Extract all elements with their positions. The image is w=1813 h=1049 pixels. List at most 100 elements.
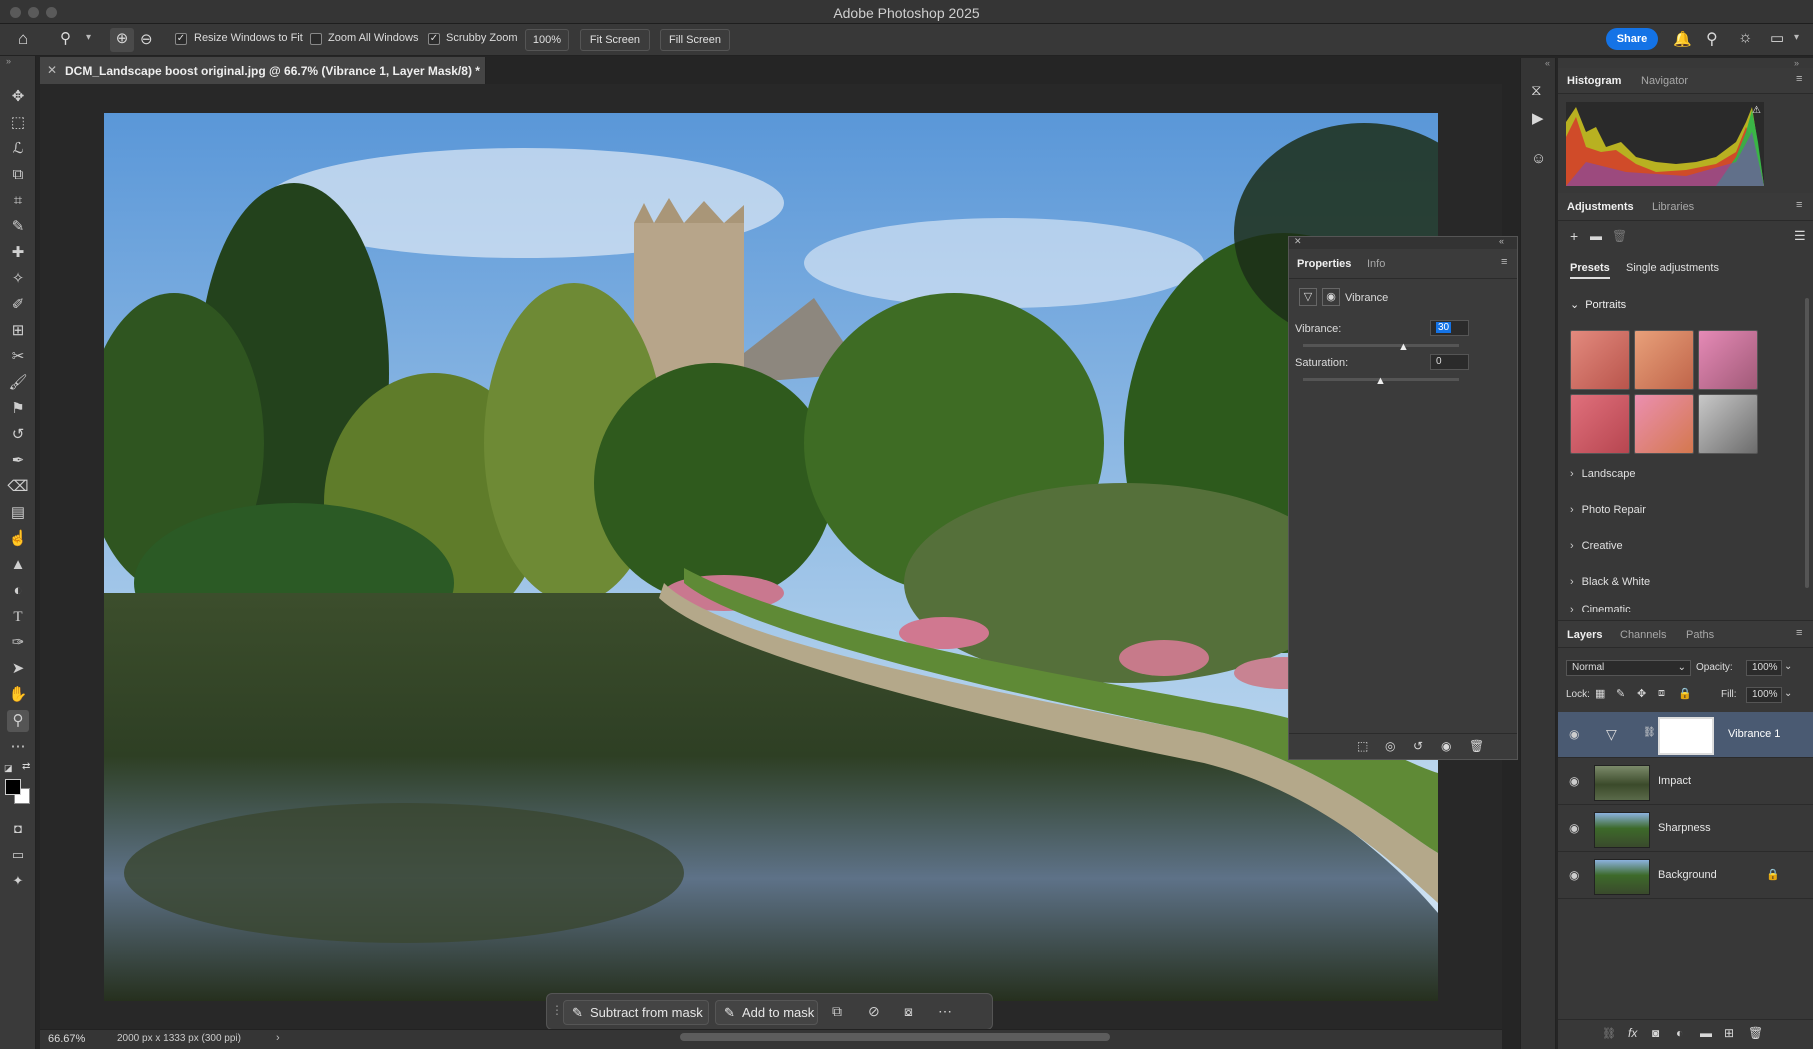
layer-mask-thumbnail[interactable] — [1658, 717, 1714, 755]
warning-icon[interactable]: ⚠ — [1752, 105, 1761, 116]
collapse-icon[interactable]: « — [1499, 236, 1504, 246]
zoom-tool-icon[interactable]: ⚲ — [7, 710, 29, 732]
collapse-icon[interactable]: » — [6, 56, 11, 66]
search-icon[interactable]: ⚲ — [1706, 29, 1718, 49]
panel-menu-icon[interactable]: ≡ — [1796, 199, 1802, 211]
sharpen-tool-icon[interactable]: ▲ — [7, 554, 29, 576]
eye-icon[interactable]: ◉ — [1569, 821, 1579, 835]
portrait-preset-4[interactable] — [1570, 394, 1630, 454]
adjustment-layer-icon[interactable]: ◐ — [1676, 1026, 1683, 1040]
document-tab[interactable]: ✕ DCM_Landscape boost original.jpg @ 66.… — [40, 57, 486, 84]
red-eye-tool-icon[interactable]: ✂ — [7, 346, 29, 368]
tab-single-adjustments[interactable]: Single adjustments — [1626, 262, 1719, 274]
workspace-icon[interactable]: ▭ — [1770, 29, 1784, 47]
portraits-section-header[interactable]: ⌄ Portraits — [1570, 298, 1626, 311]
patch-tool-icon[interactable]: ⊞ — [7, 320, 29, 342]
tab-channels[interactable]: Channels — [1620, 629, 1666, 641]
zoom-level[interactable]: 66.67% — [48, 1033, 85, 1045]
actions-panel-icon[interactable]: ▶ — [1532, 109, 1544, 127]
lock-position-icon[interactable]: ✥ — [1637, 687, 1646, 700]
fill-input[interactable]: 100% — [1746, 687, 1782, 703]
lock-pixels-icon[interactable]: ✎ — [1616, 687, 1625, 700]
layer-row-vibrance[interactable]: ◉ ▽ ⛓ Vibrance 1 — [1558, 712, 1813, 758]
home-icon[interactable]: ⌂ — [18, 29, 28, 49]
layer-name[interactable]: Background — [1658, 869, 1717, 881]
portrait-preset-6[interactable] — [1698, 394, 1758, 454]
crop-tool-icon[interactable]: ⌗ — [7, 190, 29, 212]
quick-mask-icon[interactable]: ◘ — [7, 818, 29, 840]
gradient-tool-icon[interactable]: ▤ — [7, 502, 29, 524]
cinematic-section[interactable]: Cinematic — [1570, 604, 1631, 612]
portrait-preset-5[interactable] — [1634, 394, 1694, 454]
eraser-tool-icon[interactable]: ⌫ — [7, 476, 29, 498]
lock-all-icon[interactable]: 🔒 — [1678, 687, 1692, 700]
landscape-section[interactable]: Landscape — [1570, 468, 1636, 480]
healing-brush-tool-icon[interactable]: ✐ — [7, 294, 29, 316]
visibility-icon[interactable]: ◉ — [1441, 739, 1451, 753]
eye-icon[interactable]: ◉ — [1569, 868, 1579, 882]
move-tool-icon[interactable]: ✥ — [7, 86, 29, 108]
layer-row-impact[interactable]: ◉ Impact — [1558, 759, 1813, 805]
chevron-down-icon[interactable]: ⌄ — [1784, 688, 1792, 699]
subtract-from-mask-button[interactable]: ✎ Subtract from mask — [563, 1000, 709, 1025]
clone-stamp-tool-icon[interactable]: ⚑ — [7, 398, 29, 420]
fx-icon[interactable]: fx — [1628, 1026, 1637, 1040]
tab-paths[interactable]: Paths — [1686, 629, 1714, 641]
folder-icon[interactable]: ▬ — [1590, 229, 1602, 243]
creative-section[interactable]: Creative — [1570, 540, 1623, 552]
add-mask-icon[interactable]: ◙ — [1652, 1026, 1659, 1040]
horizontal-scrollbar[interactable] — [680, 1033, 1110, 1041]
layer-name[interactable]: Vibrance 1 — [1728, 728, 1780, 740]
chevron-right-icon[interactable]: › — [276, 1032, 280, 1044]
tab-layers[interactable]: Layers — [1567, 629, 1602, 641]
scrubby-zoom-checkbox[interactable]: ✓ — [428, 33, 440, 45]
default-colors-icon[interactable]: ◪ — [4, 763, 13, 774]
expand-icon[interactable]: « — [1545, 58, 1550, 68]
invert-mask-icon[interactable]: ⊘ — [868, 1003, 880, 1020]
marquee-tool-icon[interactable]: ⬚ — [7, 112, 29, 134]
history-panel-icon[interactable]: ⧖ — [1531, 82, 1542, 99]
pen-tool-icon[interactable]: ✑ — [7, 632, 29, 654]
collapse-icon[interactable]: » — [1794, 58, 1799, 68]
tab-libraries[interactable]: Libraries — [1652, 201, 1694, 213]
saturation-slider-handle[interactable]: ▲ — [1375, 375, 1386, 387]
lock-transparency-icon[interactable]: ▦ — [1595, 687, 1605, 700]
vibrance-slider-track[interactable] — [1303, 344, 1459, 347]
layer-mask-icon[interactable]: ◉ — [1322, 288, 1340, 306]
screen-mode-icon[interactable]: ▭ — [7, 844, 29, 866]
layer-row-background[interactable]: ◉ Background 🔒 — [1558, 853, 1813, 899]
chevron-down-icon[interactable]: ▾ — [1794, 32, 1799, 43]
object-select-tool-icon[interactable]: ⧉ — [7, 164, 29, 186]
comments-panel-icon[interactable]: ☺ — [1531, 150, 1546, 167]
dodge-tool-icon[interactable]: ◐ — [7, 580, 29, 602]
portrait-preset-1[interactable] — [1570, 330, 1630, 390]
tab-properties[interactable]: Properties — [1297, 258, 1351, 270]
more-options-icon[interactable]: ⋯ — [938, 1003, 952, 1020]
tab-presets[interactable]: Presets — [1570, 262, 1610, 279]
document-image[interactable] — [104, 113, 1438, 1001]
chevron-down-icon[interactable]: ⌄ — [1784, 661, 1792, 672]
add-to-mask-button[interactable]: ✎ Add to mask — [715, 1000, 818, 1025]
close-icon[interactable]: ✕ — [1294, 236, 1302, 247]
spot-healing-tool-icon[interactable]: ✚ — [7, 242, 29, 264]
fit-screen-button[interactable]: Fit Screen — [580, 29, 650, 51]
smudge-tool-icon[interactable]: ☝ — [7, 528, 29, 550]
view-previous-icon[interactable]: ◎ — [1385, 739, 1395, 753]
layer-row-sharpness[interactable]: ◉ Sharpness — [1558, 806, 1813, 852]
vibrance-slider-handle[interactable]: ▲ — [1398, 341, 1409, 353]
panel-menu-icon[interactable]: ≡ — [1501, 256, 1507, 268]
layer-name[interactable]: Impact — [1658, 775, 1691, 787]
close-icon[interactable]: ✕ — [47, 63, 57, 77]
list-view-icon[interactable]: ☰ — [1794, 228, 1806, 244]
trash-icon[interactable]: 🗑 — [1748, 1026, 1763, 1040]
eye-icon[interactable]: ◉ — [1569, 774, 1579, 788]
swap-colors-icon[interactable]: ⇄ — [22, 761, 30, 772]
panel-menu-icon[interactable]: ≡ — [1796, 627, 1802, 639]
foreground-color-swatch[interactable] — [5, 779, 21, 795]
saturation-input[interactable]: 0 — [1430, 354, 1469, 370]
adjustments-scrollbar[interactable] — [1805, 298, 1809, 588]
tab-adjustments[interactable]: Adjustments — [1567, 201, 1634, 213]
zoom-all-checkbox[interactable] — [310, 33, 322, 45]
chevron-down-icon[interactable]: ▾ — [86, 32, 91, 43]
more-tools-icon[interactable]: ⋯ — [7, 736, 29, 758]
